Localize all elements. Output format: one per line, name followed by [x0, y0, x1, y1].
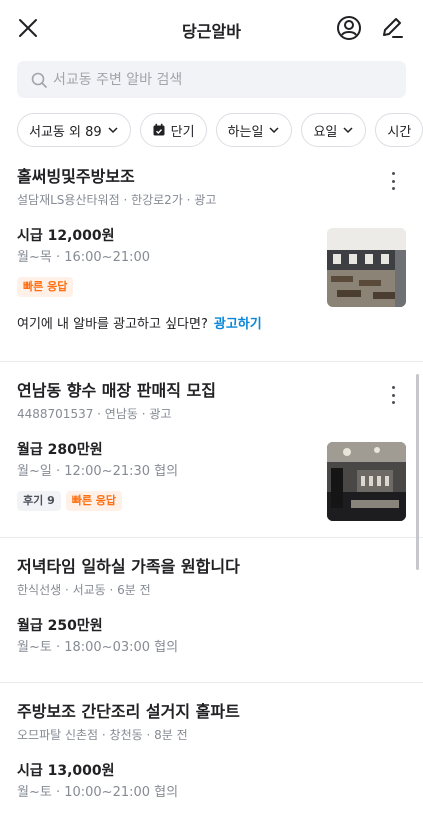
fast-response-badge: 빠른 응답 [17, 277, 74, 297]
job-title: 홀써빙및주방보조 [17, 167, 135, 186]
calendar-icon [153, 123, 165, 136]
job-list-item[interactable]: 주방보조 간단조리 설거지 홀파트 오므파탈 신촌점 · 창천동 · 8분 전 … [0, 683, 423, 821]
store-photo [327, 442, 406, 521]
filter-chip-label: 요일 [313, 124, 338, 140]
job-schedule: 월~토 · 10:00~21:00 협의 [17, 785, 179, 800]
job-title: 저녁타임 일하실 가족을 원합니다 [17, 557, 240, 576]
job-list-item[interactable]: 연남동 향수 매장 판매직 모집 4488701537 · 연남동 · 광고 월… [0, 362, 423, 538]
ad-notice: 여기에 내 알바를 광고하고 싶다면? 광고하기 [17, 313, 406, 350]
job-pay: 월급 250만원 [17, 618, 103, 634]
write-button[interactable] [378, 14, 406, 42]
filter-chip-location[interactable]: 서교동 외 89 [17, 113, 131, 147]
ad-notice-text: 여기에 내 알바를 광고하고 싶다면? [17, 317, 208, 332]
profile-icon [337, 16, 361, 40]
chevron-down-icon [269, 127, 279, 134]
job-thumbnail[interactable] [327, 442, 406, 521]
more-options-button[interactable] [385, 384, 401, 406]
job-list: 홀써빙및주방보조 설담재LS용산타워점 · 한강로2가 · 광고 시급 12,0… [0, 160, 423, 821]
job-list-item[interactable]: 홀써빙및주방보조 설담재LS용산타워점 · 한강로2가 · 광고 시급 12,0… [0, 160, 423, 362]
job-meta: 설담재LS용산타워점 · 한강로2가 · 광고 [17, 193, 217, 207]
job-list-item[interactable]: 저녁타임 일하실 가족을 원합니다 한식선생 · 서교동 · 6분 전 월급 2… [0, 538, 423, 683]
more-options-button[interactable] [385, 170, 401, 192]
review-count-badge: 후기 9 [17, 491, 61, 511]
filter-chip-label: 단기 [170, 124, 195, 140]
pencil-icon [383, 18, 403, 38]
filter-chip-time[interactable]: 시간 [375, 113, 423, 147]
job-meta: 오므파탈 신촌점 · 창천동 · 8분 전 [17, 728, 188, 742]
filter-chip-label: 하는일 [227, 124, 264, 140]
job-thumbnail[interactable] [327, 228, 406, 307]
filter-chip-label: 서교동 외 89 [29, 124, 102, 140]
filter-chip-day[interactable]: 요일 [301, 113, 367, 147]
filter-chip-job-type[interactable]: 하는일 [215, 113, 293, 147]
search-input[interactable] [53, 71, 393, 88]
profile-button[interactable] [335, 14, 363, 42]
job-title: 연남동 향수 매장 판매직 모집 [17, 381, 216, 400]
job-meta: 4488701537 · 연남동 · 광고 [17, 407, 172, 421]
filter-chips: 서교동 외 89 단기 하는일 요일 시간 [17, 113, 423, 147]
app-header: 당근알바 [0, 0, 423, 56]
advertise-link[interactable]: 광고하기 [214, 317, 262, 332]
fast-response-badge: 빠른 응답 [65, 491, 123, 511]
scrollbar[interactable] [416, 374, 419, 570]
job-meta: 한식선생 · 서교동 · 6분 전 [17, 583, 151, 597]
restaurant-photo [327, 228, 406, 307]
chevron-down-icon [108, 127, 118, 134]
filter-chip-short-term[interactable]: 단기 [139, 113, 207, 147]
search-icon [31, 72, 47, 88]
job-schedule: 월~토 · 18:00~03:00 협의 [17, 640, 179, 655]
chevron-down-icon [343, 127, 353, 134]
job-title: 주방보조 간단조리 설거지 홀파트 [17, 702, 240, 721]
search-bar[interactable] [17, 61, 406, 98]
filter-chip-label: 시간 [387, 124, 412, 140]
job-pay: 시급 13,000원 [17, 763, 115, 779]
